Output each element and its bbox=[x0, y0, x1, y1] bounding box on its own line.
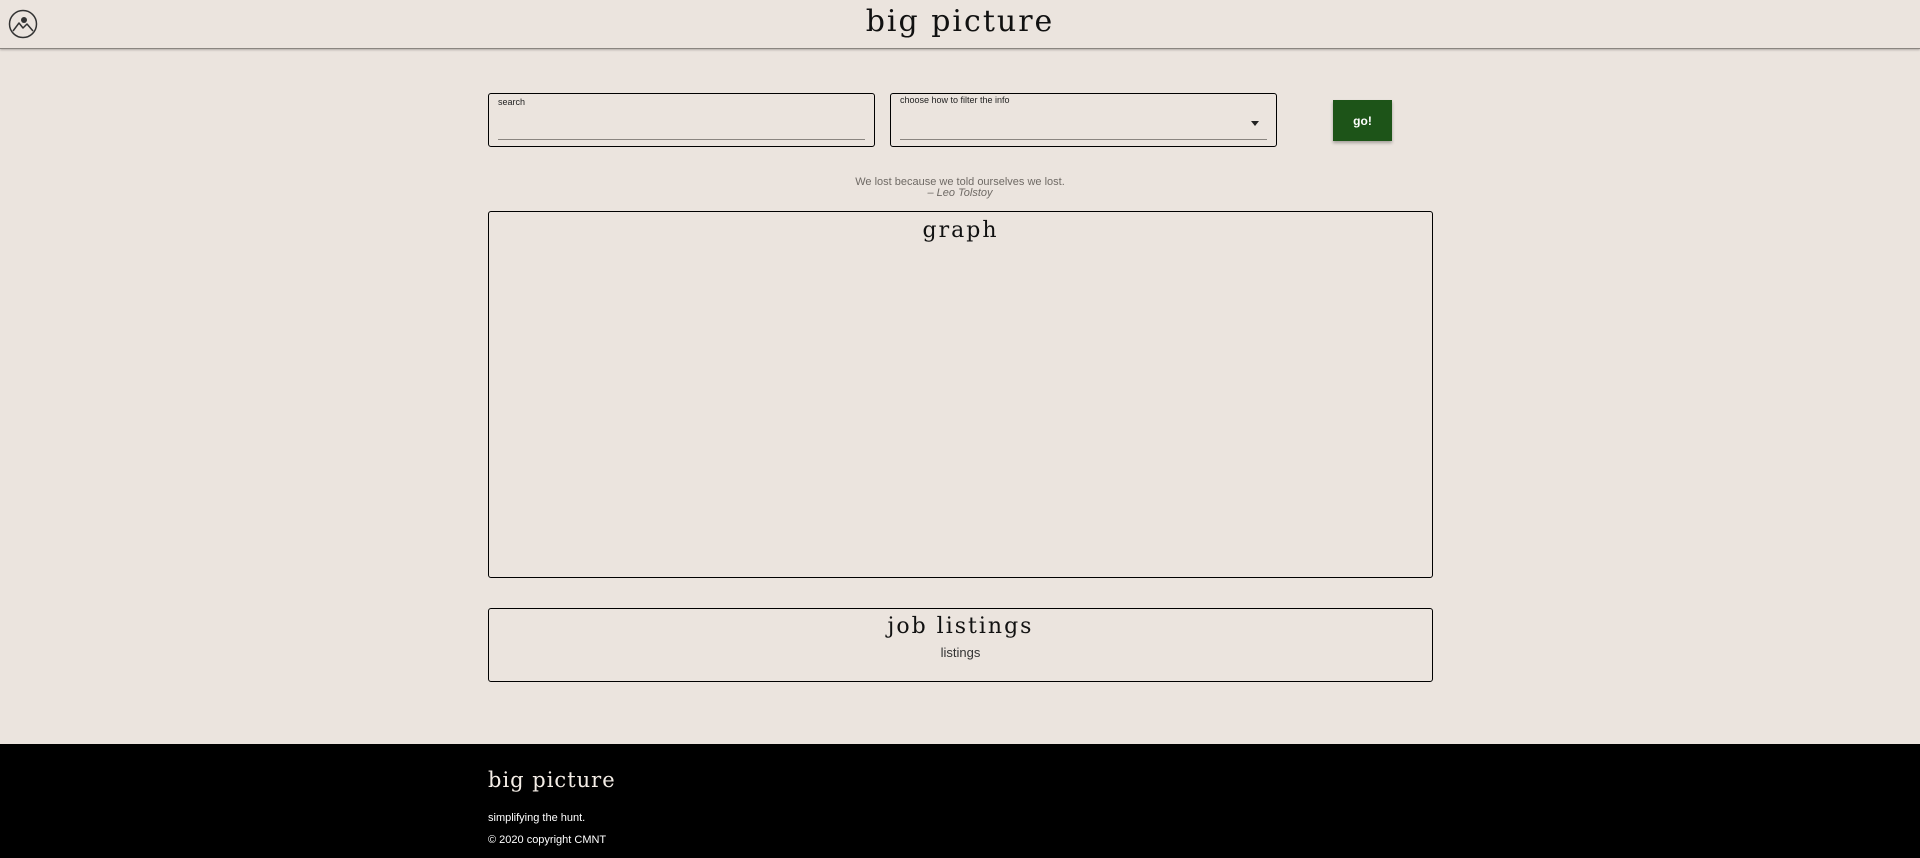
search-underline bbox=[498, 139, 865, 140]
chevron-down-icon[interactable] bbox=[1251, 121, 1259, 126]
site-title: big picture bbox=[865, 4, 1055, 39]
job-listings-title: job listings bbox=[887, 614, 1034, 639]
footer-title: big picture bbox=[488, 768, 616, 792]
filter-selected-value bbox=[900, 112, 1246, 134]
graph-title: graph bbox=[922, 218, 999, 243]
go-button[interactable]: go! bbox=[1333, 100, 1392, 141]
job-listings-content: listings bbox=[940, 645, 981, 660]
graph-panel: graph bbox=[488, 211, 1433, 578]
filter-label: choose how to filter the info bbox=[900, 95, 1010, 105]
filter-select[interactable]: choose how to filter the info bbox=[890, 93, 1277, 147]
search-field[interactable]: search bbox=[488, 93, 875, 147]
job-listings-panel: job listings listings bbox=[488, 608, 1433, 682]
quote: We lost because we told ourselves we los… bbox=[0, 177, 1920, 199]
site-header: big picture bbox=[0, 0, 1920, 49]
site-footer: big picture simplifying the hunt. © 2020… bbox=[0, 744, 1920, 858]
filter-underline bbox=[900, 139, 1267, 140]
quote-author: – Leo Tolstoy bbox=[927, 187, 993, 199]
footer-copyright: © 2020 copyright CMNT bbox=[488, 834, 607, 846]
search-input[interactable] bbox=[498, 110, 865, 138]
search-label: search bbox=[498, 97, 526, 107]
footer-tagline: simplifying the hunt. bbox=[488, 812, 586, 824]
